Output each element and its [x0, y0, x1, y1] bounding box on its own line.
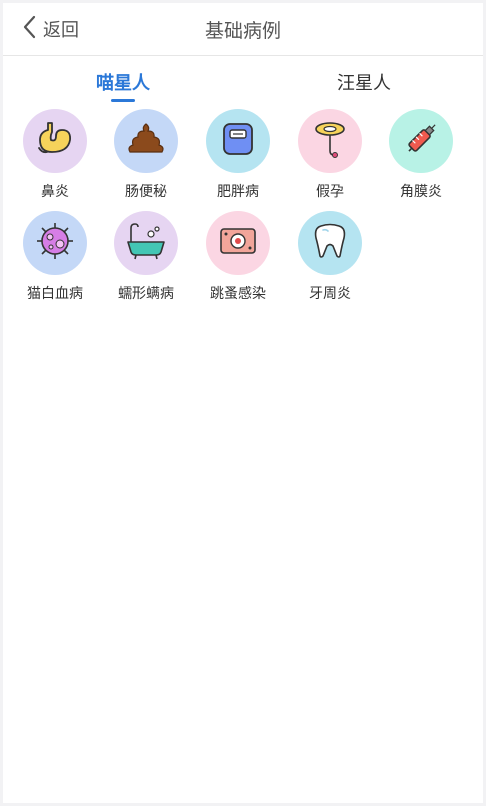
stomach-icon [34, 118, 76, 164]
active-tab-indicator [111, 99, 135, 102]
icon-circle [206, 109, 270, 173]
header: 返回 基础病例 [3, 3, 483, 56]
virus-icon [34, 220, 76, 266]
icon-circle [206, 211, 270, 275]
case-item-keratitis[interactable]: 角膜炎 [375, 109, 467, 201]
poop-icon [125, 118, 167, 164]
case-item-demodicosis[interactable]: 蠕形螨病 [100, 211, 192, 303]
case-label: 牙周炎 [309, 286, 351, 302]
tab-bar: 喵星人 汪星人 [3, 55, 483, 105]
case-label: 鼻炎 [41, 184, 69, 200]
bathtub-icon [125, 220, 167, 266]
page-title: 基础病例 [204, 20, 281, 42]
case-item-rhinitis[interactable]: 鼻炎 [9, 109, 101, 201]
case-item-obesity[interactable]: 肥胖病 [192, 109, 284, 201]
app-screen: 返回 基础病例 喵星人 汪星人 鼻炎 肠便秘 肥胖病 假孕 角膜炎 猫白血病 蠕… [3, 3, 483, 803]
icon-circle [114, 211, 178, 275]
case-label: 肠便秘 [125, 184, 167, 200]
tooth-icon [309, 220, 351, 266]
case-item-flea-infestation[interactable]: 跳蚤感染 [192, 211, 284, 303]
case-label: 跳蚤感染 [210, 286, 266, 302]
flea-card-icon [217, 220, 259, 266]
iud-icon [309, 118, 351, 164]
icon-circle [23, 211, 87, 275]
case-label: 猫白血病 [27, 286, 83, 302]
case-label: 角膜炎 [400, 184, 442, 200]
syringe-icon [400, 118, 442, 164]
case-label: 假孕 [316, 184, 344, 200]
icon-circle [114, 109, 178, 173]
case-label: 蠕形螨病 [118, 286, 174, 302]
case-item-pseudopregnancy[interactable]: 假孕 [284, 109, 376, 201]
scale-icon [217, 118, 259, 164]
icon-circle [298, 211, 362, 275]
icon-circle [389, 109, 453, 173]
tab-dogs[interactable]: 汪星人 [304, 69, 424, 95]
case-item-periodontitis[interactable]: 牙周炎 [284, 211, 376, 303]
case-item-feline-leukemia[interactable]: 猫白血病 [9, 211, 101, 303]
tab-cats[interactable]: 喵星人 [63, 69, 183, 95]
icon-circle [298, 109, 362, 173]
icon-circle [23, 109, 87, 173]
case-label: 肥胖病 [217, 184, 259, 200]
case-item-constipation[interactable]: 肠便秘 [100, 109, 192, 201]
